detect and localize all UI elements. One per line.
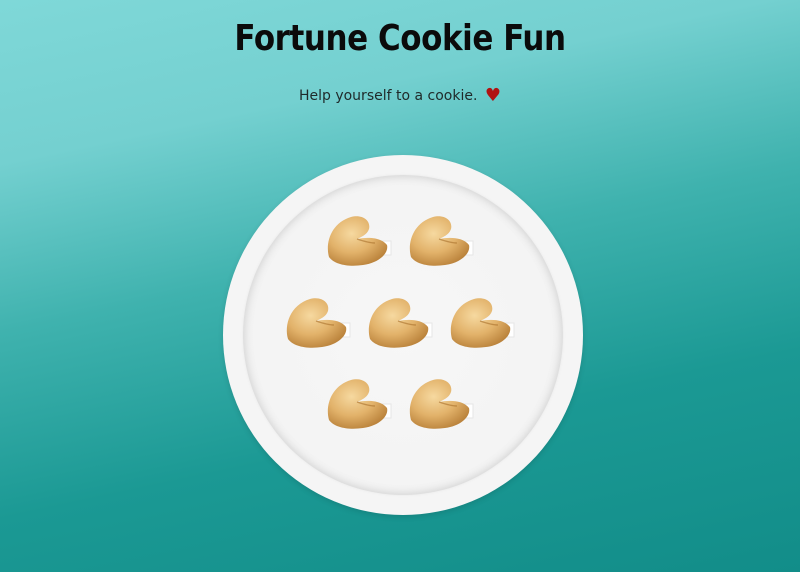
fortune-cookie-2[interactable] xyxy=(405,213,475,269)
page-title: Fortune Cookie Fun xyxy=(234,18,566,59)
fortune-cookie-icon xyxy=(409,216,474,266)
fortune-cookie-icon xyxy=(368,298,433,348)
fortune-cookie-7[interactable] xyxy=(405,376,475,432)
fortune-cookie-3[interactable] xyxy=(282,295,352,351)
fortune-cookie-icon xyxy=(450,298,515,348)
fortune-cookie-icon xyxy=(327,216,392,266)
fortune-cookie-4[interactable] xyxy=(364,295,434,351)
fortune-cookie-1[interactable] xyxy=(323,213,393,269)
subtitle-text: Help yourself to a cookie. xyxy=(298,88,478,104)
fortune-cookie-icon xyxy=(327,379,392,429)
fortune-cookie-6[interactable] xyxy=(323,376,393,432)
fortune-cookie-icon xyxy=(409,379,474,429)
heart-icon: ♥ xyxy=(484,85,502,106)
fortune-cookie-5[interactable] xyxy=(446,295,516,351)
cookie-plate xyxy=(223,155,583,515)
page-subtitle: Help yourself to a cookie. ♥ xyxy=(0,84,800,106)
fortune-cookie-icon xyxy=(286,298,351,348)
